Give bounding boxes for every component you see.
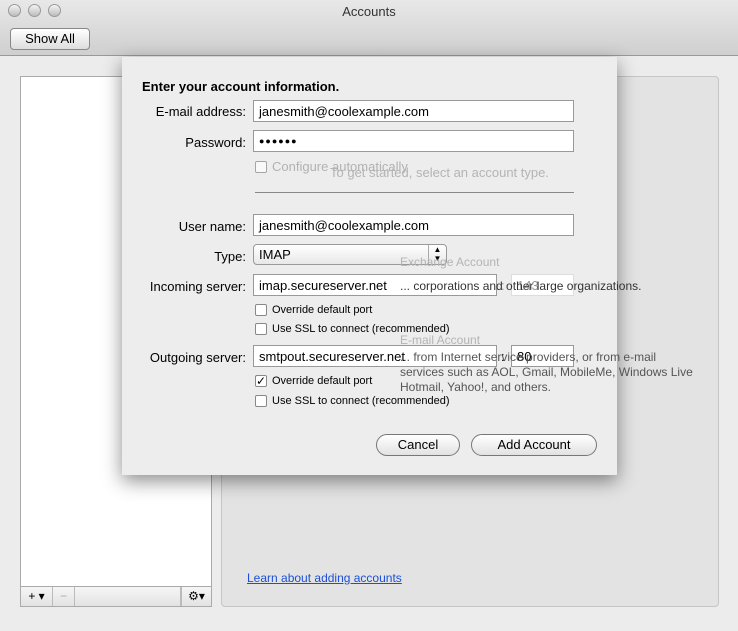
incoming-server-label: Incoming server: bbox=[149, 279, 246, 294]
learn-about-adding-accounts-link[interactable]: Learn about adding accounts bbox=[247, 571, 402, 585]
configure-automatically-label: Configure automatically bbox=[272, 159, 408, 174]
sheet-heading: Enter your account information. bbox=[142, 79, 340, 94]
add-account-menu[interactable]: + ▾ bbox=[21, 587, 53, 606]
outgoing-ssl-checkbox[interactable]: Use SSL to connect (recommended) bbox=[255, 395, 450, 407]
port-separator: : bbox=[501, 278, 505, 293]
outgoing-override-label: Override default port bbox=[272, 375, 373, 387]
stepper-arrows-icon: ▲ ▼ bbox=[428, 245, 446, 264]
show-all-button[interactable]: Show All bbox=[10, 28, 90, 50]
list-toolbar: + ▾ − ⚙▾ bbox=[20, 586, 212, 607]
incoming-override-label: Override default port bbox=[272, 304, 373, 316]
type-label: Type: bbox=[214, 249, 246, 264]
account-info-sheet: Enter your account information. E-mail a… bbox=[122, 57, 617, 475]
type-select[interactable]: IMAP ▲ ▼ bbox=[253, 244, 447, 265]
incoming-server-field[interactable]: imap.secureserver.net bbox=[253, 274, 497, 296]
incoming-port-field[interactable]: 143 bbox=[511, 274, 574, 296]
cancel-button[interactable]: Cancel bbox=[376, 434, 460, 456]
checkmark-icon: ✓ bbox=[255, 374, 267, 388]
incoming-ssl-label: Use SSL to connect (recommended) bbox=[272, 323, 450, 335]
password-field[interactable]: ●●●●●● bbox=[253, 130, 574, 152]
outgoing-server-label: Outgoing server: bbox=[149, 350, 246, 365]
outgoing-ssl-label: Use SSL to connect (recommended) bbox=[272, 395, 450, 407]
incoming-override-port-checkbox[interactable]: Override default port bbox=[255, 304, 372, 316]
window-title: Accounts bbox=[342, 4, 396, 19]
email-field[interactable]: janesmith@coolexample.com bbox=[253, 100, 574, 122]
divider bbox=[255, 192, 574, 193]
type-value: IMAP bbox=[259, 247, 291, 262]
outgoing-server-field[interactable]: smtpout.secureserver.net bbox=[253, 345, 497, 367]
email-label: E-mail address: bbox=[155, 104, 246, 119]
configure-automatically-checkbox[interactable]: Configure automatically bbox=[255, 159, 408, 174]
password-label: Password: bbox=[185, 135, 246, 150]
username-field[interactable]: janesmith@coolexample.com bbox=[253, 214, 574, 236]
username-label: User name: bbox=[178, 219, 246, 234]
incoming-ssl-checkbox[interactable]: Use SSL to connect (recommended) bbox=[255, 323, 450, 335]
title-bar: Accounts Show All bbox=[0, 0, 738, 56]
outgoing-port-field[interactable]: 80 bbox=[511, 345, 574, 367]
outgoing-override-port-checkbox[interactable]: ✓ Override default port bbox=[255, 375, 372, 387]
remove-account-button[interactable]: − bbox=[53, 587, 75, 606]
port-separator: : bbox=[501, 349, 505, 364]
add-account-button[interactable]: Add Account bbox=[471, 434, 597, 456]
gear-icon[interactable]: ⚙▾ bbox=[181, 587, 211, 606]
